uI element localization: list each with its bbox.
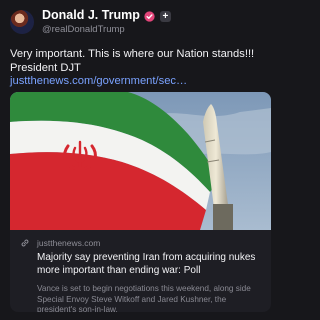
plus-icon[interactable]: + <box>159 10 171 22</box>
post-text: Very important. This is where our Nation… <box>10 48 272 89</box>
post-text-line-2: President DJT <box>10 61 81 74</box>
post-header: Donald J. Trump + @realDonaldTrump <box>10 9 272 35</box>
iran-flag-missile-image <box>10 92 271 230</box>
link-preview-card[interactable]: justthenews.com Majority say preventing … <box>10 92 271 312</box>
card-headline[interactable]: Majority say preventing Iran from acquir… <box>37 252 261 277</box>
card-domain-row: justthenews.com <box>20 238 261 248</box>
display-name[interactable]: Donald J. Trump <box>42 9 140 22</box>
link-icon <box>21 239 29 247</box>
card-summary: Vance is set to begin negotiations this … <box>37 284 251 312</box>
avatar[interactable] <box>10 10 34 34</box>
post: Donald J. Trump + @realDonaldTrump Very … <box>0 0 282 320</box>
post-text-line-1: Very important. This is where our Nation… <box>10 48 255 60</box>
author-names: Donald J. Trump + @realDonaldTrump <box>42 9 171 34</box>
verified-badge-icon <box>144 10 155 22</box>
name-row: Donald J. Trump + <box>42 9 171 22</box>
handle[interactable]: @realDonaldTrump <box>42 24 171 35</box>
card-domain: justthenews.com <box>37 238 101 248</box>
post-link[interactable]: justthenews.com/government/sec… <box>10 75 272 89</box>
card-meta: justthenews.com Majority say preventing … <box>10 230 271 312</box>
